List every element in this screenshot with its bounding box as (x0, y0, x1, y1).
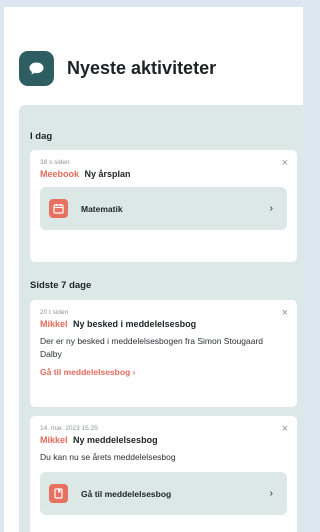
card-subject: Ny besked i meddelelsesbog (73, 319, 197, 329)
calendar-icon (49, 199, 68, 218)
close-icon[interactable]: × (282, 157, 288, 169)
action-label: Gå til meddelelsesbog (81, 488, 172, 499)
activity-card[interactable]: × 20 t siden Mikkel Ny besked i meddelel… (30, 300, 297, 407)
card-title: Mikkel Ny besked i meddelelsesbog (40, 319, 287, 329)
section-label-today: I dag (30, 131, 53, 142)
chevron-right-icon: › (269, 203, 273, 214)
sender-name: Meebook (40, 169, 80, 179)
close-icon[interactable]: × (282, 307, 288, 319)
activity-feed[interactable]: I dag × 38 s siden Meebook Ny årsplan Ma… (19, 105, 303, 532)
chat-bubble-icon (19, 51, 54, 86)
activity-card[interactable]: × 14. mar. 2023 15.25 Mikkel Ny meddelel… (30, 416, 297, 532)
card-body: Du kan nu se årets meddelelsesbog (40, 452, 176, 462)
activity-card[interactable]: × 38 s siden Meebook Ny årsplan Matemati… (30, 150, 297, 262)
chevron-right-icon: › (269, 488, 273, 499)
timestamp: 38 s siden (40, 159, 70, 166)
timestamp: 14. mar. 2023 15.25 (40, 425, 98, 432)
sender-name: Mikkel (40, 435, 68, 445)
open-matematik-button[interactable]: Matematik › (40, 187, 287, 230)
timestamp: 20 t siden (40, 309, 69, 316)
page-header: Nyeste aktiviteter (19, 51, 216, 86)
card-title: Mikkel Ny meddelelsesbog (40, 435, 287, 445)
card-body: Der er ny besked i meddelelsesbogen fra … (40, 336, 264, 359)
section-label-last-7-days: Sidste 7 dage (30, 280, 92, 291)
go-to-message-book-button[interactable]: Gå til meddelelsesbog › (40, 472, 287, 515)
page-title: Nyeste aktiviteter (67, 58, 217, 78)
card-subject: Ny meddelelsesbog (73, 435, 158, 445)
go-to-message-book-link[interactable]: Gå til meddelelsesbog › (40, 367, 287, 377)
notebook-icon (49, 484, 68, 503)
action-label: Matematik (81, 203, 123, 214)
close-icon[interactable]: × (282, 423, 288, 435)
card-title: Meebook Ny årsplan (40, 169, 287, 179)
sender-name: Mikkel (40, 319, 68, 329)
activity-panel: Nyeste aktiviteter I dag × 38 s siden Me… (4, 7, 303, 532)
card-subject: Ny årsplan (84, 169, 131, 179)
